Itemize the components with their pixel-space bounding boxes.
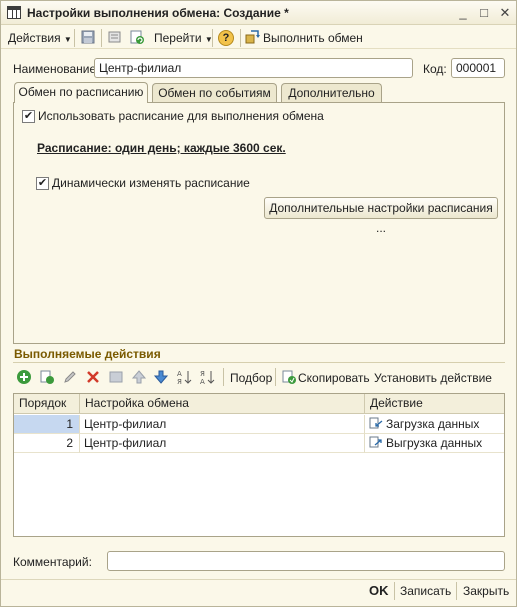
copy-row-icon[interactable] bbox=[39, 369, 55, 385]
comment-field[interactable] bbox=[107, 551, 505, 571]
title-bar: Настройки выполнения обмена: Создание * … bbox=[1, 1, 516, 25]
save-disk-icon[interactable] bbox=[80, 29, 96, 45]
delete-icon[interactable] bbox=[85, 369, 101, 385]
comment-label: Комментарий: bbox=[13, 555, 92, 569]
close-window-button[interactable]: ✕ bbox=[497, 5, 513, 21]
actions-menu[interactable]: Действия ▼ bbox=[8, 30, 72, 46]
column-header-action[interactable]: Действие bbox=[365, 394, 504, 414]
move-up-icon[interactable] bbox=[131, 369, 147, 385]
name-label: Наименование: bbox=[13, 62, 100, 76]
column-header-setting[interactable]: Настройка обмена bbox=[80, 394, 365, 414]
footer-separator bbox=[394, 582, 395, 600]
tab-schedule[interactable]: Обмен по расписанию bbox=[14, 82, 148, 103]
ok-button[interactable]: OK bbox=[369, 583, 389, 598]
action-text: Выгрузка данных bbox=[386, 436, 483, 450]
actions-section-title: Выполняемые действия bbox=[14, 347, 161, 361]
use-schedule-checkbox[interactable]: ✔ bbox=[22, 110, 35, 123]
setting-cell[interactable]: Центр-филиал bbox=[80, 415, 365, 434]
document-icon[interactable] bbox=[107, 29, 123, 45]
end-edit-icon[interactable] bbox=[108, 369, 124, 385]
order-cell[interactable]: 1 bbox=[14, 415, 80, 434]
tab-additional[interactable]: Дополнительно bbox=[281, 83, 382, 102]
execute-exchange-icon bbox=[245, 30, 260, 44]
footer-divider bbox=[1, 579, 516, 580]
goto-menu[interactable]: Перейти ▼ bbox=[154, 30, 213, 46]
section-divider bbox=[13, 362, 505, 363]
main-toolbar: Действия ▼ Перейти ▼ ? Выполнить обмен bbox=[1, 26, 516, 49]
svg-text:Я: Я bbox=[200, 370, 205, 378]
settings-window: Настройки выполнения обмена: Создание * … bbox=[0, 0, 517, 607]
execute-exchange-button[interactable]: Выполнить обмен bbox=[263, 30, 363, 46]
load-data-icon bbox=[369, 417, 383, 429]
pick-button[interactable]: Подбор bbox=[230, 371, 272, 385]
actions-label: Действия bbox=[8, 31, 61, 45]
toolbar-separator bbox=[275, 368, 276, 386]
tab-events[interactable]: Обмен по событиям bbox=[152, 83, 277, 102]
dropdown-arrow-icon: ▼ bbox=[63, 35, 72, 44]
column-header-order[interactable]: Порядок bbox=[14, 394, 80, 414]
extra-schedule-settings-button[interactable]: Дополнительные настройки расписания ... bbox=[264, 197, 498, 235]
maximize-button[interactable]: □ bbox=[476, 5, 492, 21]
copy-icon bbox=[282, 370, 296, 384]
svg-text:Я: Я bbox=[177, 378, 182, 385]
help-button[interactable]: ? bbox=[218, 30, 234, 46]
dynamic-schedule-label: Динамически изменять расписание bbox=[52, 176, 250, 190]
close-button[interactable]: Закрыть bbox=[463, 584, 509, 598]
toolbar-separator bbox=[74, 29, 75, 47]
toolbar-separator bbox=[212, 29, 213, 47]
dynamic-schedule-checkbox[interactable]: ✔ bbox=[36, 177, 49, 190]
unload-data-icon bbox=[369, 436, 382, 448]
move-down-icon[interactable] bbox=[153, 369, 169, 385]
minimize-button[interactable]: _ bbox=[455, 5, 471, 21]
copy-button[interactable]: Скопировать bbox=[298, 371, 370, 385]
toolbar-separator bbox=[223, 368, 224, 386]
schedule-link[interactable]: Расписание: один день; каждые 3600 сек. bbox=[37, 141, 286, 155]
name-field[interactable]: Центр-филиал bbox=[94, 58, 413, 78]
sort-ascending-icon[interactable]: A Я bbox=[176, 369, 192, 385]
goto-label: Перейти bbox=[154, 31, 202, 45]
action-text: Загрузка данных bbox=[386, 417, 480, 431]
action-cell[interactable]: Загрузка данных bbox=[365, 415, 504, 434]
footer-separator bbox=[456, 582, 457, 600]
sort-descending-icon[interactable]: Я A bbox=[199, 369, 215, 385]
form-icon bbox=[7, 6, 21, 19]
refresh-icon[interactable] bbox=[129, 29, 145, 45]
action-cell[interactable]: Выгрузка данных bbox=[365, 434, 504, 453]
svg-text:A: A bbox=[177, 370, 182, 378]
use-schedule-label: Использовать расписание для выполнения о… bbox=[38, 109, 324, 123]
set-action-button[interactable]: Установить действие bbox=[374, 371, 492, 385]
save-button[interactable]: Записать bbox=[400, 584, 451, 598]
window-title: Настройки выполнения обмена: Создание * bbox=[27, 6, 289, 20]
code-field[interactable]: 000001 bbox=[451, 58, 505, 78]
toolbar-separator bbox=[101, 29, 102, 47]
edit-pencil-icon[interactable] bbox=[62, 369, 78, 385]
add-icon[interactable] bbox=[16, 369, 32, 385]
actions-table: Порядок Настройка обмена Действие 1 Цент… bbox=[13, 393, 505, 537]
toolbar-separator bbox=[240, 29, 241, 47]
code-label: Код: bbox=[423, 62, 447, 76]
schedule-tab-panel: ✔ Использовать расписание для выполнения… bbox=[13, 102, 505, 344]
svg-text:A: A bbox=[200, 378, 205, 385]
setting-cell[interactable]: Центр-филиал bbox=[80, 434, 365, 453]
order-cell[interactable]: 2 bbox=[14, 434, 80, 453]
